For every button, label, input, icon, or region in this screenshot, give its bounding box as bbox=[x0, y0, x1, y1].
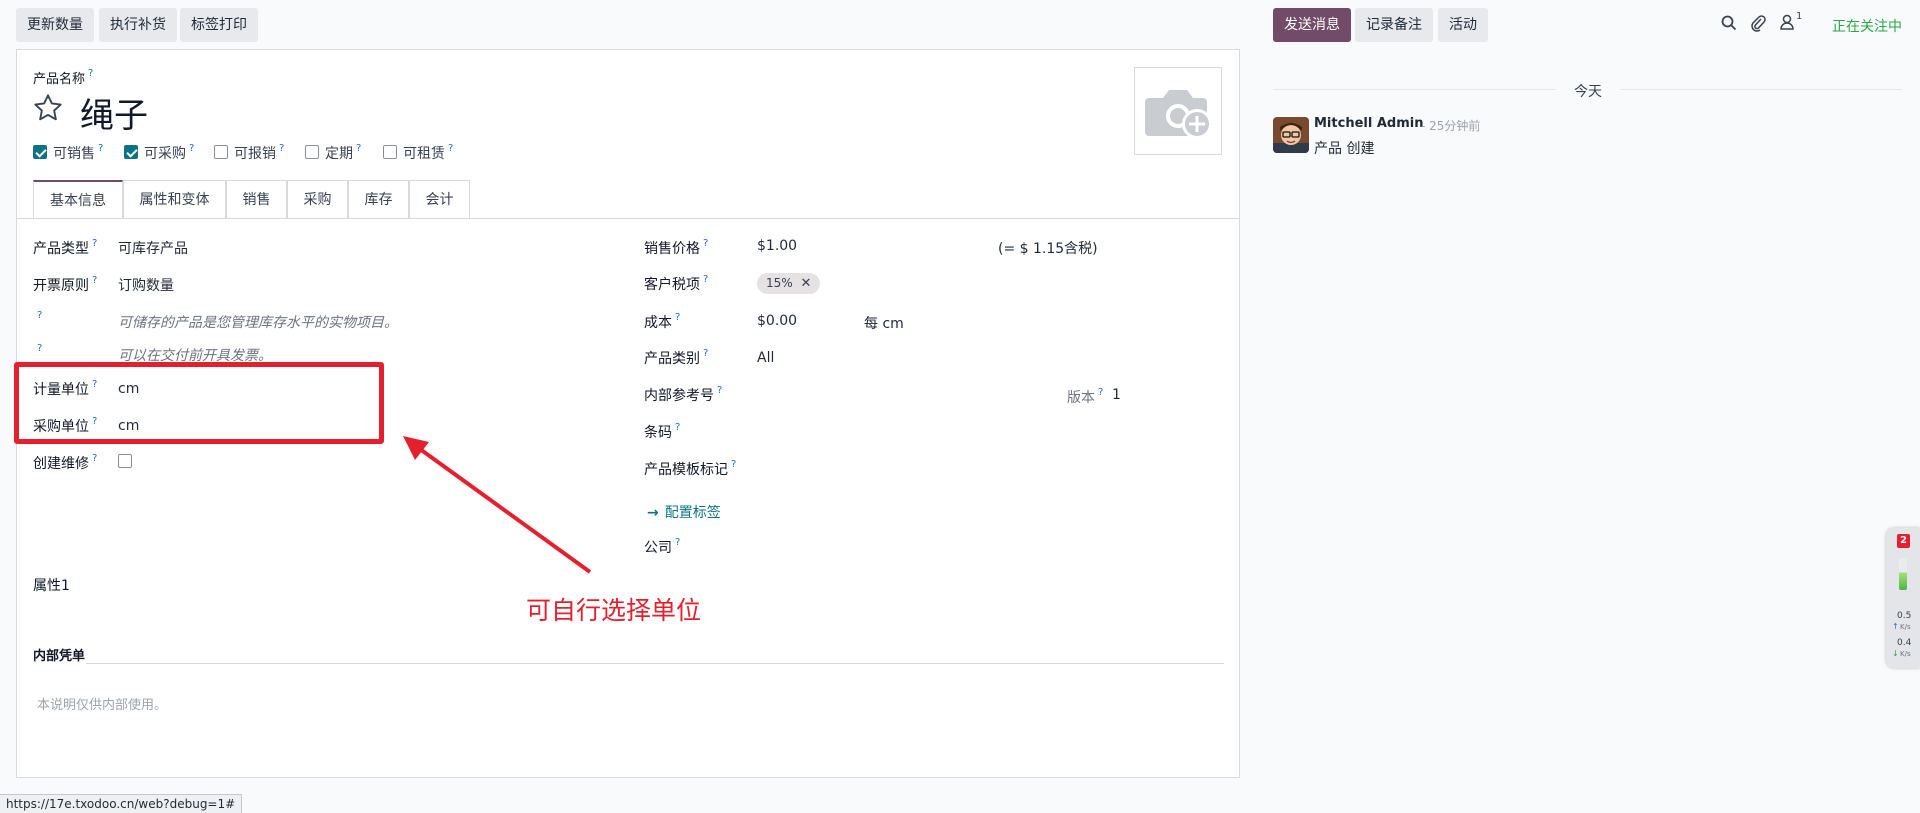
following-status[interactable]: 正在关注中 bbox=[1832, 16, 1902, 36]
product-type-hint: 可储存的产品是您管理库存水平的实物项目。 bbox=[118, 315, 398, 331]
activity-button[interactable]: 活动 bbox=[1438, 8, 1488, 42]
message-time: - 25分钟前 bbox=[1421, 119, 1481, 133]
date-separator-line-right bbox=[1620, 89, 1902, 90]
arrow-right-icon: → bbox=[647, 505, 659, 521]
tab-sales[interactable]: 销售 bbox=[226, 180, 287, 218]
barcode-label: 条码? bbox=[644, 422, 681, 441]
upload-speed: 0.5 bbox=[1897, 611, 1912, 621]
internal-notes-input[interactable]: 本说明仅供内部使用。 bbox=[37, 694, 167, 713]
hint2-help-marker: ? bbox=[37, 343, 43, 354]
tax-included-price: (= $ 1.15含税) bbox=[998, 241, 1098, 257]
can-be-sold-checkbox[interactable] bbox=[33, 145, 47, 159]
cost-value[interactable]: $0.00 bbox=[757, 313, 797, 329]
product-type-value[interactable]: 可库存产品 bbox=[118, 238, 188, 258]
recurring-label: 定期? bbox=[325, 143, 362, 162]
create-repair-checkbox[interactable] bbox=[118, 454, 132, 468]
tab-inventory[interactable]: 库存 bbox=[348, 180, 409, 218]
upload-unit: K/s bbox=[1900, 623, 1911, 631]
remove-tag-icon[interactable]: ✕ bbox=[801, 276, 812, 291]
product-category-label: 产品类别? bbox=[644, 348, 709, 367]
paperclip-icon[interactable] bbox=[1750, 14, 1766, 36]
notification-badge: 2 bbox=[1897, 534, 1910, 548]
tab-accounting[interactable]: 会计 bbox=[409, 180, 470, 218]
cost-unit: 每 cm bbox=[864, 316, 904, 332]
upload-arrow-icon: ↑ bbox=[1892, 622, 1899, 631]
date-separator: 今天 bbox=[1574, 84, 1602, 100]
template-tags-label: 产品模板标记? bbox=[644, 459, 737, 478]
company-label: 公司? bbox=[644, 537, 681, 556]
download-speed: 0.4 bbox=[1897, 638, 1912, 648]
hint1-help-marker: ? bbox=[37, 310, 43, 321]
can-be-expensed-label: 可报销? bbox=[234, 143, 285, 162]
product-name[interactable]: 绳子 bbox=[80, 88, 148, 137]
message-author[interactable]: Mitchell Admin bbox=[1314, 116, 1423, 131]
print-labels-button[interactable]: 标签打印 bbox=[180, 8, 258, 42]
create-repair-label: 创建维修? bbox=[33, 453, 98, 472]
tab-general-info[interactable]: 基本信息 bbox=[33, 180, 123, 218]
status-url: https://17e.txodoo.cn/web?debug=1# bbox=[0, 794, 243, 813]
product-type-label: 产品类型? bbox=[33, 238, 98, 257]
search-icon[interactable] bbox=[1721, 15, 1737, 35]
download-arrow-icon: ↓ bbox=[1892, 649, 1899, 658]
can-be-purchased-checkbox[interactable] bbox=[124, 145, 138, 159]
sale-price-value[interactable]: $1.00 bbox=[757, 238, 797, 254]
can-be-expensed-checkbox[interactable] bbox=[214, 145, 228, 159]
add-photo-icon bbox=[1145, 82, 1217, 146]
product-name-label: 产品名称? bbox=[33, 68, 94, 87]
date-separator-line-left bbox=[1273, 89, 1556, 90]
follower-icon[interactable] bbox=[1780, 14, 1794, 34]
send-message-button[interactable]: 发送消息 bbox=[1273, 8, 1351, 42]
can-be-purchased-label: 可采购? bbox=[144, 143, 195, 162]
avatar[interactable] bbox=[1273, 117, 1309, 153]
recurring-checkbox[interactable] bbox=[305, 145, 319, 159]
product-category-value[interactable]: All bbox=[757, 350, 774, 366]
update-quantity-button[interactable]: 更新数量 bbox=[16, 8, 94, 42]
network-monitor-widget[interactable]: 2 0.5 ↑ K/s 0.4 ↓ K/s bbox=[1886, 528, 1920, 668]
invoice-policy-label: 开票原则? bbox=[33, 275, 98, 294]
internal-reference-label: 内部参考号? bbox=[644, 385, 723, 404]
cost-label: 成本? bbox=[644, 312, 681, 331]
follower-count: 1 bbox=[1796, 11, 1803, 22]
product-image-placeholder[interactable] bbox=[1134, 67, 1222, 155]
annotation-text: 可自行选择单位 bbox=[526, 596, 702, 625]
customer-tax-label: 客户税项? bbox=[644, 274, 709, 293]
can-be-rented-label: 可租赁? bbox=[403, 143, 454, 162]
internal-notes-label: 内部凭单 bbox=[33, 649, 86, 664]
invoice-policy-value[interactable]: 订购数量 bbox=[118, 275, 174, 295]
version-label: 版本? bbox=[1067, 387, 1104, 406]
sale-price-label: 销售价格? bbox=[644, 238, 709, 257]
annotation-arrow bbox=[403, 436, 592, 574]
tab-attributes-variants[interactable]: 属性和变体 bbox=[123, 180, 226, 218]
internal-notes-divider bbox=[86, 663, 1224, 664]
can-be-rented-checkbox[interactable] bbox=[383, 145, 397, 159]
log-note-button[interactable]: 记录备注 bbox=[1355, 8, 1433, 42]
download-unit: K/s bbox=[1900, 650, 1911, 658]
star-icon[interactable] bbox=[32, 92, 64, 128]
replenish-button[interactable]: 执行补货 bbox=[99, 8, 177, 42]
configure-tags-link[interactable]: → 配置标签 bbox=[647, 502, 721, 522]
tab-purchase[interactable]: 采购 bbox=[287, 180, 348, 218]
message-body: 产品 创建 bbox=[1314, 141, 1375, 157]
attribute-label: 属性1 bbox=[33, 578, 70, 594]
can-be-sold-label: 可销售? bbox=[53, 143, 104, 162]
level-meter bbox=[1899, 558, 1907, 590]
customer-tax-tag[interactable]: 15% ✕ bbox=[757, 273, 821, 294]
version-value[interactable]: 1 bbox=[1112, 387, 1121, 403]
highlight-box bbox=[14, 362, 384, 444]
